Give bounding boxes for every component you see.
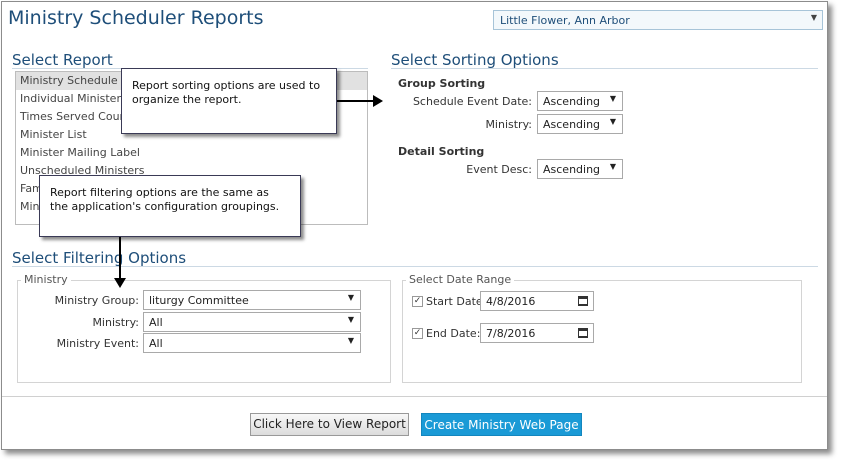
start-date-label: Start Date: [426, 295, 487, 308]
chevron-down-icon: ▼ [347, 293, 354, 302]
divider [391, 68, 818, 69]
chevron-down-icon: ▼ [609, 94, 616, 103]
date-range-legend: Select Date Range [406, 273, 515, 286]
schedule-event-date-select[interactable]: Ascending ▼ [537, 91, 623, 111]
chevron-down-icon: ▼ [609, 117, 616, 126]
filtering-title: Select Filtering Options [12, 249, 187, 267]
app-window: Ministry Scheduler Reports Little Flower… [1, 1, 828, 450]
view-report-button[interactable]: Click Here to View Report [250, 413, 409, 436]
detail-sorting-heading: Detail Sorting [398, 145, 485, 158]
ministry-legend: Ministry [21, 273, 71, 286]
start-date-input[interactable]: 4/8/2016 [480, 291, 594, 311]
arrow-down-icon [114, 278, 126, 288]
sorting-title: Select Sorting Options [391, 51, 559, 69]
end-date-checkbox[interactable]: ✓ [412, 328, 423, 339]
select-value: All [149, 316, 163, 329]
ministry-group-label: Ministry Group: [54, 294, 139, 307]
report-item-mailing-label[interactable]: Minister Mailing Label [16, 144, 367, 162]
start-date-checkbox[interactable]: ✓ [412, 296, 423, 307]
group-sorting-heading: Group Sorting [398, 77, 486, 90]
end-date-label: End Date: [426, 327, 481, 340]
arrow-right-icon [373, 95, 383, 107]
ministry-event-label: Ministry Event: [56, 337, 139, 350]
chevron-down-icon: ▼ [347, 315, 354, 324]
calendar-icon[interactable] [578, 296, 588, 306]
chevron-down-icon: ▼ [347, 336, 354, 345]
location-value: Little Flower, Ann Arbor [500, 14, 630, 27]
callout-arrow-line [119, 237, 121, 279]
event-desc-label: Event Desc: [466, 163, 532, 176]
select-value: All [149, 337, 163, 350]
location-select[interactable]: Little Flower, Ann Arbor ▼ [493, 10, 823, 30]
end-date-value: 7/8/2016 [486, 327, 536, 340]
sorting-callout: Report sorting options are used to organ… [121, 68, 337, 134]
select-value: Ascending [543, 95, 601, 108]
ministry-sort-select[interactable]: Ascending ▼ [537, 114, 623, 134]
chevron-down-icon: ▼ [810, 13, 817, 22]
chevron-down-icon: ▼ [609, 162, 616, 171]
select-report-title: Select Report [12, 51, 113, 69]
app-title: Ministry Scheduler Reports [8, 7, 264, 29]
ministry-group-select[interactable]: liturgy Committee ▼ [143, 290, 361, 310]
select-value: Ascending [543, 118, 601, 131]
divider [12, 266, 818, 267]
end-date-input[interactable]: 7/8/2016 [480, 323, 594, 343]
ministry-sort-label: Ministry: [485, 118, 532, 131]
callout-arrow-line [337, 100, 375, 102]
select-value: Ascending [543, 163, 601, 176]
start-date-value: 4/8/2016 [486, 295, 536, 308]
schedule-event-date-label: Schedule Event Date: [412, 95, 532, 108]
select-value: liturgy Committee [149, 294, 249, 307]
create-web-page-button[interactable]: Create Ministry Web Page [421, 413, 582, 436]
ministry-filter-select[interactable]: All ▼ [143, 312, 361, 332]
calendar-icon[interactable] [578, 328, 588, 338]
divider [2, 396, 827, 397]
filtering-callout: Report filtering options are the same as… [39, 175, 301, 237]
ministry-filter-label: Ministry: [92, 316, 139, 329]
event-desc-select[interactable]: Ascending ▼ [537, 159, 623, 179]
ministry-event-select[interactable]: All ▼ [143, 333, 361, 353]
